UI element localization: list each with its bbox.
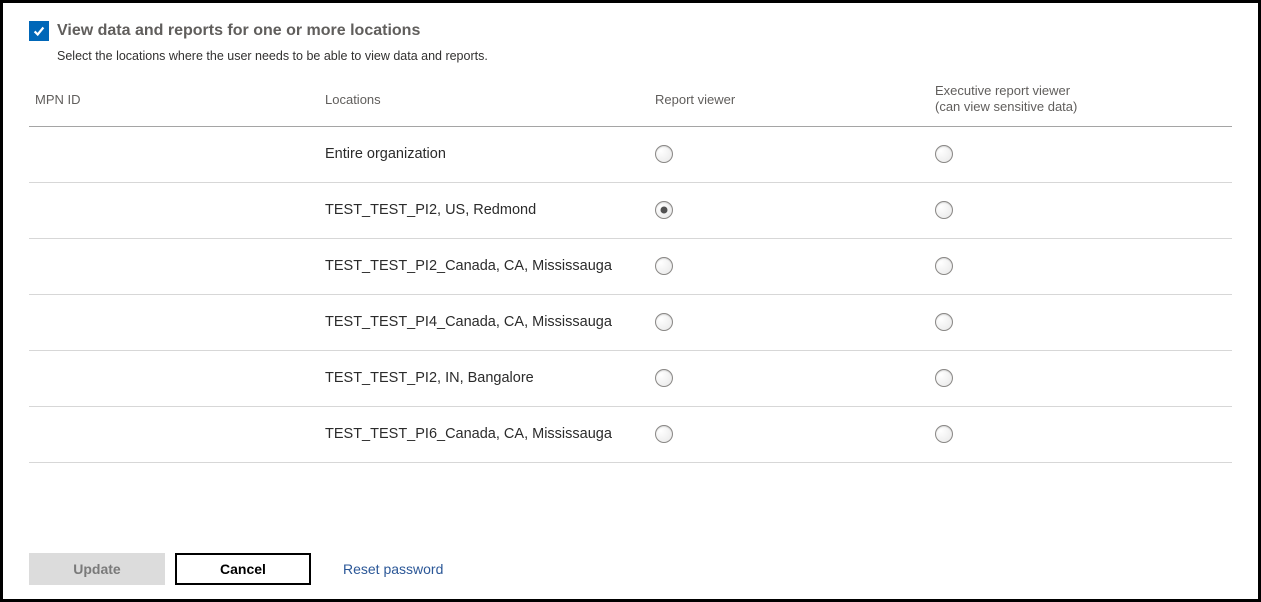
table-row: TEST_TEST_PI2, US, Redmond xyxy=(29,183,1232,239)
cell-report-viewer xyxy=(655,425,935,443)
report-viewer-radio[interactable] xyxy=(655,313,673,331)
cell-report-viewer xyxy=(655,201,935,219)
report-viewer-radio[interactable] xyxy=(655,369,673,387)
cell-exec-viewer xyxy=(935,425,1226,443)
permissions-panel: View data and reports for one or more lo… xyxy=(0,0,1261,602)
exec-viewer-radio[interactable] xyxy=(935,369,953,387)
checkmark-icon xyxy=(32,24,46,38)
exec-viewer-radio[interactable] xyxy=(935,425,953,443)
col-mpn-id: MPN ID xyxy=(35,92,325,107)
cell-exec-viewer xyxy=(935,369,1226,387)
report-viewer-radio[interactable] xyxy=(655,145,673,163)
cell-location: TEST_TEST_PI4_Canada, CA, Mississauga xyxy=(325,314,655,330)
cell-location: TEST_TEST_PI2, IN, Bangalore xyxy=(325,370,655,386)
cell-location: TEST_TEST_PI2, US, Redmond xyxy=(325,202,655,218)
cell-exec-viewer xyxy=(935,257,1226,275)
col-locations: Locations xyxy=(325,92,655,107)
footer-actions: Update Cancel Reset password xyxy=(29,553,443,585)
exec-viewer-radio[interactable] xyxy=(935,313,953,331)
table-body: Entire organization TEST_TEST_PI2, US, Re… xyxy=(29,127,1232,463)
update-button[interactable]: Update xyxy=(29,553,165,585)
report-viewer-radio[interactable] xyxy=(655,257,673,275)
exec-viewer-radio[interactable] xyxy=(935,145,953,163)
table-header-row: MPN ID Locations Report viewer Executive… xyxy=(29,79,1232,127)
cancel-button[interactable]: Cancel xyxy=(175,553,311,585)
cell-report-viewer xyxy=(655,145,935,163)
cell-location: Entire organization xyxy=(325,146,655,162)
report-viewer-radio[interactable] xyxy=(655,201,673,219)
view-data-checkbox[interactable] xyxy=(29,21,49,41)
cell-report-viewer xyxy=(655,369,935,387)
section-title: View data and reports for one or more lo… xyxy=(57,22,420,40)
cell-report-viewer xyxy=(655,313,935,331)
cell-location: TEST_TEST_PI2_Canada, CA, Mississauga xyxy=(325,258,655,274)
section-description: Select the locations where the user need… xyxy=(57,49,1232,63)
col-exec-viewer-line1: Executive report viewer xyxy=(935,83,1070,98)
table-row: TEST_TEST_PI6_Canada, CA, Mississauga xyxy=(29,407,1232,463)
section-header: View data and reports for one or more lo… xyxy=(29,21,1232,41)
report-viewer-radio[interactable] xyxy=(655,425,673,443)
cell-exec-viewer xyxy=(935,313,1226,331)
table-row: TEST_TEST_PI4_Canada, CA, Mississauga xyxy=(29,295,1232,351)
cell-location: TEST_TEST_PI6_Canada, CA, Mississauga xyxy=(325,426,655,442)
exec-viewer-radio[interactable] xyxy=(935,257,953,275)
locations-table: MPN ID Locations Report viewer Executive… xyxy=(29,79,1232,463)
reset-password-link[interactable]: Reset password xyxy=(343,561,443,577)
cell-exec-viewer xyxy=(935,201,1226,219)
col-exec-viewer: Executive report viewer (can view sensit… xyxy=(935,83,1226,116)
cell-exec-viewer xyxy=(935,145,1226,163)
table-row: Entire organization xyxy=(29,127,1232,183)
col-exec-viewer-line2: (can view sensitive data) xyxy=(935,99,1077,114)
exec-viewer-radio[interactable] xyxy=(935,201,953,219)
col-report-viewer: Report viewer xyxy=(655,92,935,107)
table-row: TEST_TEST_PI2_Canada, CA, Mississauga xyxy=(29,239,1232,295)
cell-report-viewer xyxy=(655,257,935,275)
table-row: TEST_TEST_PI2, IN, Bangalore xyxy=(29,351,1232,407)
